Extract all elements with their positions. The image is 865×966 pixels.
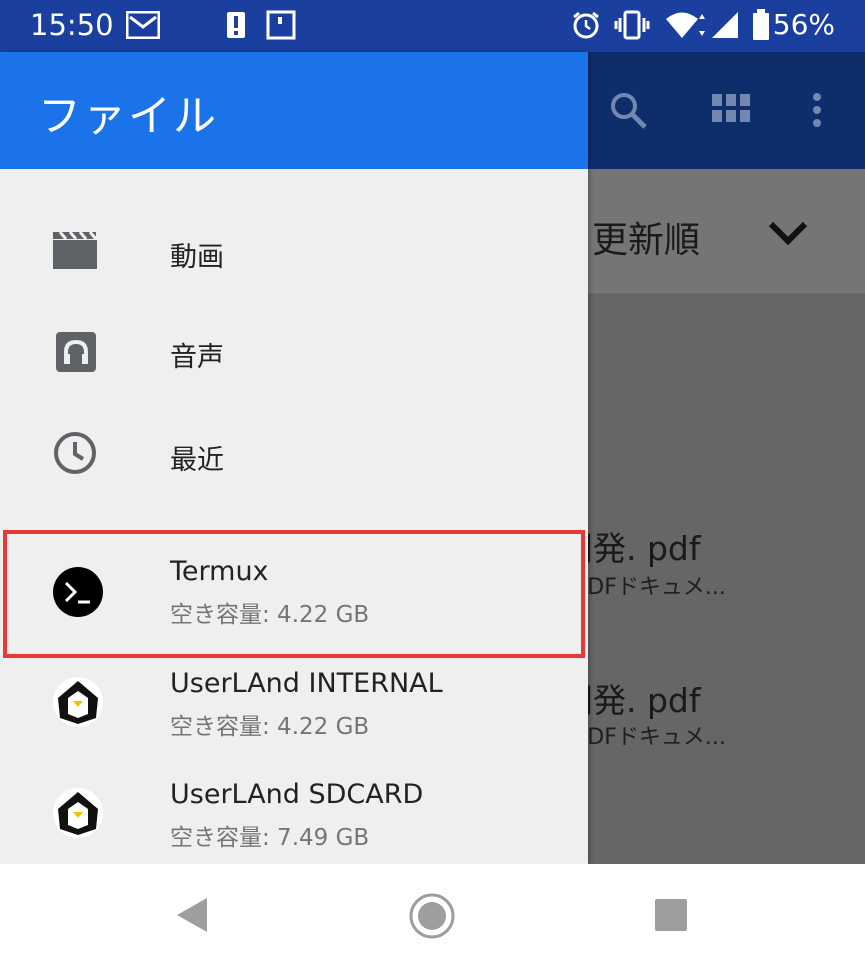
drawer-item-recent[interactable]: 最近: [0, 402, 588, 502]
back-icon[interactable]: [175, 896, 209, 934]
recents-icon[interactable]: [655, 899, 687, 931]
root-title: UserLAnd SDCARD: [170, 779, 424, 810]
userland-icon: [53, 677, 103, 727]
root-title: UserLAnd INTERNAL: [170, 668, 443, 699]
video-icon: [53, 231, 98, 269]
root-free-space: 空き容量: 7.49 GB: [170, 825, 370, 851]
drawer-item-video[interactable]: 動画: [0, 202, 588, 302]
signal-icon: [712, 12, 738, 38]
termux-icon: [53, 567, 103, 617]
gmail-icon: [126, 11, 160, 39]
notification-frame-icon: [266, 10, 296, 40]
drawer-root-termux[interactable]: Termux 空き容量: 4.22 GB: [0, 536, 588, 646]
sort-label[interactable]: 更新順: [592, 211, 700, 263]
drawer-item-label: 動画: [170, 242, 224, 273]
vibrate-icon: [614, 10, 650, 40]
grid-view-icon[interactable]: [712, 94, 750, 124]
root-free-space: 空き容量: 4.22 GB: [170, 602, 370, 628]
alarm-icon: [573, 11, 599, 39]
navigation-bar: [0, 864, 865, 966]
userland-icon: [53, 788, 103, 838]
more-vert-icon[interactable]: [810, 92, 824, 128]
wifi-icon: [666, 12, 705, 38]
status-bar: 15:50 56%: [0, 0, 865, 52]
audio-icon: [56, 332, 96, 372]
drawer-root-userland-sdcard[interactable]: UserLAnd SDCARD 空き容量: 7.49 GB: [0, 759, 588, 864]
root-title: Termux: [170, 556, 269, 587]
search-icon[interactable]: [608, 90, 648, 130]
alert-icon: [227, 12, 245, 38]
battery-percent: 56%: [772, 8, 835, 41]
status-time: 15:50: [30, 8, 114, 42]
file-type: PDFドキュメ...: [574, 725, 726, 750]
drawer-item-label: 音声: [170, 342, 224, 373]
chevron-down-icon[interactable]: [768, 221, 808, 245]
drawer-header: ファイル: [0, 52, 588, 169]
clock-icon: [54, 432, 96, 474]
drawer-item-label: 最近: [170, 445, 224, 476]
drawer-title: ファイル: [38, 92, 218, 142]
file-type: PDFドキュメ...: [574, 575, 726, 600]
navigation-drawer: ファイル 動画 音声 最近 Termux 空き容量: 4.22 GB UserL…: [0, 52, 588, 864]
home-icon[interactable]: [408, 892, 456, 940]
battery-icon: [753, 9, 769, 40]
drawer-item-audio[interactable]: 音声: [0, 302, 588, 402]
root-free-space: 空き容量: 4.22 GB: [170, 714, 370, 740]
drawer-root-userland-internal[interactable]: UserLAnd INTERNAL 空き容量: 4.22 GB: [0, 648, 588, 758]
